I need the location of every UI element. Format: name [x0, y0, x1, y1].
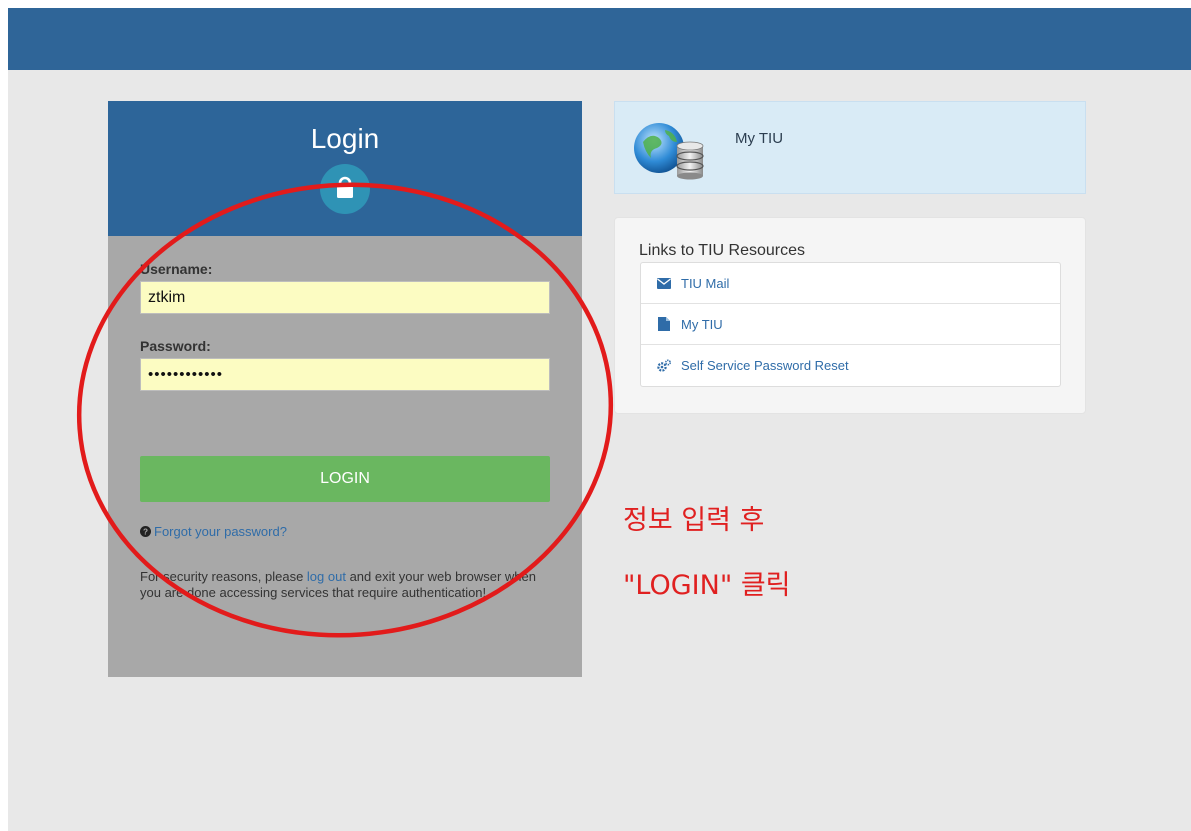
gears-icon [657, 359, 671, 372]
mytiu-box[interactable]: My TIU [614, 101, 1086, 194]
forgot-password-row: ? Forgot your password? [140, 524, 287, 539]
annotation-line-1: 정보 입력 후 [623, 505, 765, 536]
svg-text:?: ? [143, 528, 148, 537]
resources-title: Links to TIU Resources [639, 242, 805, 259]
login-header: Login [108, 101, 582, 236]
resource-link-tiu-mail[interactable]: TIU Mail [641, 263, 1060, 304]
resource-link-my-tiu[interactable]: My TIU [641, 304, 1060, 345]
page: Login Username: Password: LOGIN ? Forgot… [8, 8, 1191, 831]
username-label: Username: [140, 261, 213, 277]
globe-database-icon [634, 123, 704, 180]
note-text-before: For security reasons, please [140, 569, 307, 584]
annotation-line-2: "LOGIN" 클릭 [623, 570, 791, 601]
login-button[interactable]: LOGIN [140, 456, 550, 502]
username-input[interactable] [140, 281, 550, 314]
document-icon [658, 317, 670, 331]
resource-link-password-reset[interactable]: Self Service Password Reset [641, 345, 1060, 386]
login-title: Login [310, 123, 380, 154]
password-input[interactable] [140, 358, 550, 391]
envelope-icon [657, 277, 671, 289]
mytiu-title: My TIU [735, 130, 784, 147]
resource-label: TIU Mail [681, 275, 730, 291]
security-note: For security reasons, please log out and… [140, 569, 560, 601]
password-label: Password: [140, 338, 211, 354]
question-icon: ? [140, 526, 151, 537]
resource-label: My TIU [681, 316, 723, 332]
logout-link[interactable]: log out [307, 569, 346, 584]
forgot-password-link[interactable]: Forgot your password? [154, 524, 287, 539]
resources-panel: Links to TIU Resources TIU Mail My TIU S… [614, 217, 1086, 414]
resource-label: Self Service Password Reset [681, 358, 849, 373]
login-panel: Login Username: Password: LOGIN ? Forgot… [108, 101, 582, 677]
top-bar [8, 8, 1191, 70]
resources-list: TIU Mail My TIU Self Service Password Re… [640, 262, 1061, 387]
lock-icon [320, 164, 370, 214]
